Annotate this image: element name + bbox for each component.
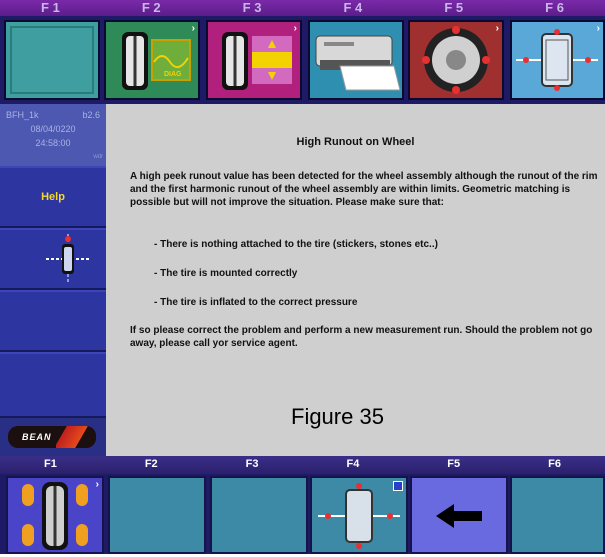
fkey-label-f2: F 2 xyxy=(141,0,161,15)
submenu-arrow-icon: › xyxy=(293,23,297,34)
bottom-f1-tire-layout-button[interactable]: › xyxy=(6,476,104,554)
fkey-label-f2: F2 xyxy=(144,458,158,470)
fkey-label-f5: F5 xyxy=(447,458,461,470)
submenu-arrow-icon: › xyxy=(495,23,499,34)
page-title: High Runout on Wheel xyxy=(296,136,415,148)
message-paragraph-2: If so please correct the problem and per… xyxy=(130,325,593,349)
message-panel: High Runout on Wheel A high peek runout … xyxy=(106,104,605,456)
wheel-view-button[interactable] xyxy=(0,228,106,290)
wheel-axle-check-icon xyxy=(318,483,400,549)
submenu-arrow-icon: › xyxy=(191,23,195,34)
wheel-balance-icon xyxy=(222,32,292,90)
sidebar: BFH_1k b2.6 08/04/0220 24:58:00 wdr Help… xyxy=(0,104,106,456)
fkey-label-f4: F4 xyxy=(346,458,360,470)
blank-panel-icon xyxy=(10,26,94,94)
bottom-f2-button[interactable] xyxy=(108,476,206,554)
printer-icon xyxy=(315,35,401,91)
fkey-label-f3: F3 xyxy=(245,458,259,470)
fkey-label-f1: F 1 xyxy=(41,0,60,15)
submenu-arrow-icon: › xyxy=(596,23,600,34)
bottom-f5-back-button[interactable] xyxy=(410,476,508,554)
version-label: b2.6 xyxy=(82,110,100,120)
fkey-label-f3: F 3 xyxy=(242,0,262,15)
info-corner-text: wdr xyxy=(93,154,103,160)
fkey-label-f1: F1 xyxy=(43,458,57,470)
bottom-f6-button[interactable] xyxy=(510,476,605,554)
single-wheel-icon xyxy=(46,234,90,284)
wheel-target-icon xyxy=(422,26,490,94)
top-f2-diag-button[interactable]: › DIAG xyxy=(104,20,200,100)
back-arrow-icon xyxy=(436,504,482,528)
time-display: 24:58:00 xyxy=(35,138,71,148)
sidebar-empty-button-2[interactable] xyxy=(0,352,106,418)
wheel-axle-icon xyxy=(516,29,598,91)
bottom-f3-button[interactable] xyxy=(210,476,308,554)
machine-info-panel: BFH_1k b2.6 08/04/0220 24:58:00 wdr xyxy=(0,104,106,166)
top-f4-print-button[interactable] xyxy=(308,20,404,100)
bottom-f4-axle-button[interactable] xyxy=(310,476,408,554)
brand-logo: BEAN xyxy=(8,426,96,448)
checklist-item: - There is nothing attached to the tire … xyxy=(154,239,438,250)
top-function-bar: F 1 F 2 F 3 F 4 F 5 F 6 › DIAG › › › xyxy=(0,0,605,104)
help-label: Help xyxy=(41,191,65,203)
wheel-diag-icon: DIAG xyxy=(122,32,191,90)
top-fkey-labels: F 1 F 2 F 3 F 4 F 5 F 6 xyxy=(0,0,605,16)
fkey-label-f4: F 4 xyxy=(343,0,363,15)
bottom-function-bar: F1 F2 F3 F4 F5 F6 › xyxy=(0,456,605,554)
logo-stripe xyxy=(56,426,96,448)
model-name: BFH_1k xyxy=(6,110,39,120)
figure-caption: Figure 35 xyxy=(291,404,384,429)
help-button[interactable]: Help xyxy=(0,166,106,228)
checklist-item: - The tire is inflated to the correct pr… xyxy=(154,297,358,308)
sidebar-empty-button-1[interactable] xyxy=(0,290,106,352)
top-f5-runout-button[interactable]: › xyxy=(408,20,504,100)
bottom-fkey-labels: F1 F2 F3 F4 F5 F6 xyxy=(0,456,605,474)
top-f3-balance-button[interactable]: › xyxy=(206,20,302,100)
top-f1-button[interactable] xyxy=(4,20,100,100)
date-display: 08/04/0220 xyxy=(30,124,76,134)
top-f6-axle-button[interactable]: › xyxy=(510,20,605,100)
message-paragraph-1: A high peek runout value has been detect… xyxy=(130,171,598,208)
diag-badge: DIAG xyxy=(164,71,182,78)
checklist-item: - The tire is mounted correctly xyxy=(154,268,298,279)
logo-text: BEAN xyxy=(22,432,52,442)
fkey-label-f6: F6 xyxy=(548,458,561,470)
checkbox-badge-icon xyxy=(393,481,403,491)
submenu-arrow-icon: › xyxy=(95,479,99,490)
tire-layout-icon xyxy=(22,482,88,550)
fkey-label-f5: F 5 xyxy=(444,0,464,15)
fkey-label-f6: F 6 xyxy=(545,0,564,15)
